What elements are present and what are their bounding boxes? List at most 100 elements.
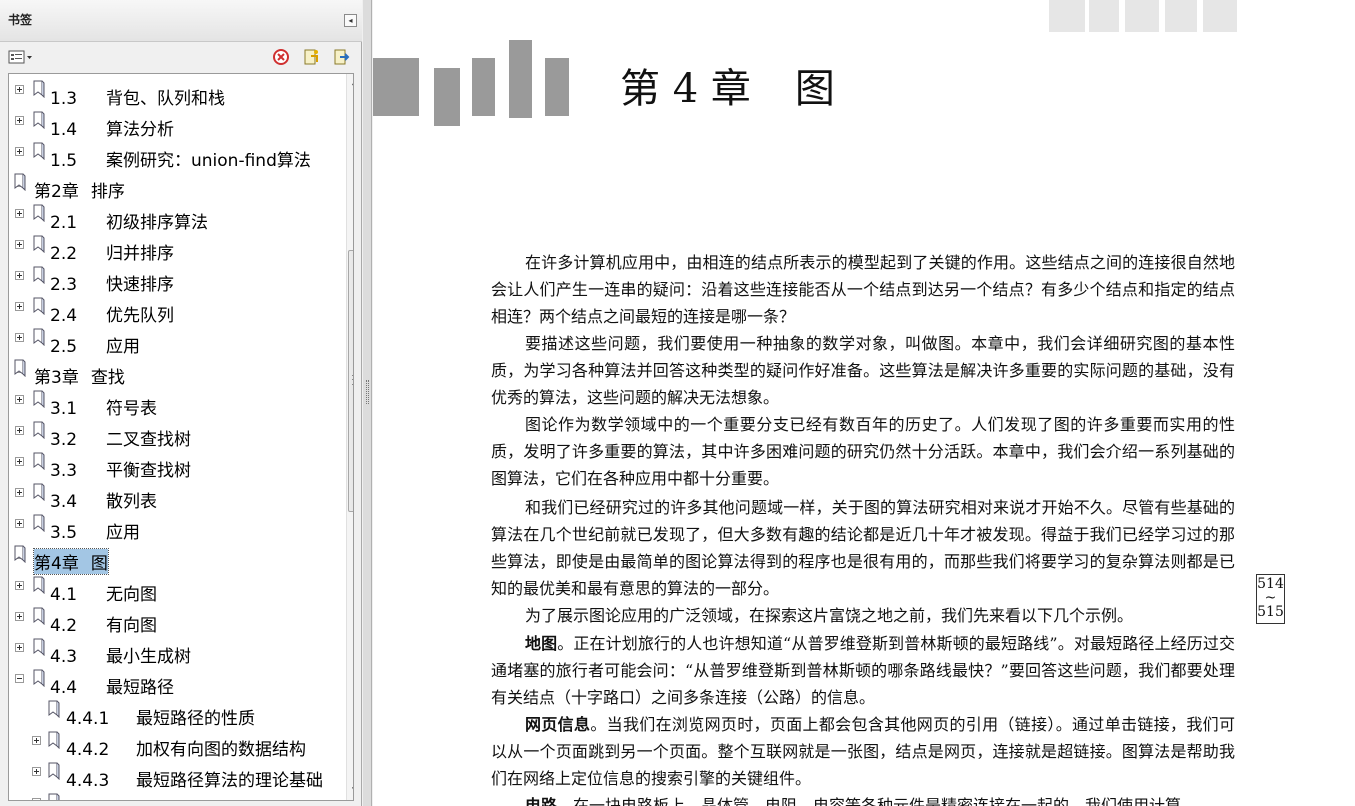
bookmark-text: 散列表 [106, 492, 157, 512]
bookmark-item[interactable]: 2.2 归并排序 [9, 235, 337, 264]
bookmark-item[interactable]: 4.4.3 最短路径算法的理论基础 [9, 762, 337, 791]
bookmark-text: 平衡查找树 [106, 461, 191, 481]
bookmark-icon [33, 638, 45, 656]
decorative-bar [434, 68, 460, 126]
bookmark-label: 2.5 应用 [50, 332, 140, 357]
bookmark-icon [33, 607, 45, 625]
bookmark-item[interactable]: 3.5 应用 [9, 514, 337, 543]
expand-plus-icon[interactable] [15, 147, 24, 156]
bookmark-item[interactable]: 1.5 案例研究：union-find算法 [9, 142, 337, 171]
expand-plus-icon[interactable] [32, 767, 41, 776]
bookmark-item[interactable]: 2.3 快速排序 [9, 266, 337, 295]
options-icon[interactable] [8, 48, 34, 66]
bookmark-item[interactable]: 第4章图 [9, 545, 337, 575]
expand-plus-icon[interactable] [15, 333, 24, 342]
paragraph: 在许多计算机应用中，由相连的结点所表示的模型起到了关键的作用。这些结点之间的连接… [491, 253, 1235, 326]
bookmark-item[interactable]: 3.4 散列表 [9, 483, 337, 512]
bookmark-item[interactable]: 4.4 最短路径 [9, 669, 337, 698]
bookmark-number: 1.5 [50, 151, 78, 171]
bookmark-item[interactable]: 4.2 有向图 [9, 607, 337, 636]
bookmark-icon [33, 328, 45, 346]
bookmark-icon [33, 111, 45, 129]
delete-bookmark-icon[interactable] [272, 48, 290, 66]
bookmark-number: 4.4.3 [66, 771, 110, 791]
collapse-minus-icon[interactable] [15, 674, 24, 683]
bookmark-icon [33, 421, 45, 439]
expand-plus-icon[interactable] [15, 457, 24, 466]
expand-plus-icon[interactable] [32, 736, 41, 745]
bookmark-number: 1.4 [50, 120, 78, 140]
bookmark-item[interactable]: 2.5 应用 [9, 328, 337, 357]
bookmark-icon [33, 483, 45, 501]
decorative-bar [1089, 0, 1119, 32]
tree-scrollbar[interactable]: ▲ ▼ [346, 74, 353, 800]
expand-plus-icon[interactable] [15, 271, 24, 280]
bookmark-label: 3.3 平衡查找树 [50, 456, 191, 481]
bookmark-item[interactable]: 4.4.1 最短路径的性质 [9, 700, 337, 729]
decorative-bar [472, 58, 495, 116]
expand-plus-icon[interactable] [15, 519, 24, 528]
bookmark-item[interactable]: 1.4 算法分析 [9, 111, 337, 140]
paragraph: 图论作为数学领域中的一个重要分支已经有数百年的历史了。人们发现了图的许多重要而实… [491, 415, 1235, 488]
paragraph: 为了展示图论应用的广泛领域，在探索这片富饶之地之前，我们先来看以下几个示例。 [525, 606, 1134, 625]
bookmark-item[interactable]: 2.4 优先队列 [9, 297, 337, 326]
bookmark-text: 查找 [90, 368, 125, 388]
scroll-down-arrow-icon[interactable]: ▼ [347, 783, 353, 800]
bookmark-item[interactable]: 4.3 最小生成树 [9, 638, 337, 667]
bookmark-item[interactable]: 4.1 无向图 [9, 576, 337, 605]
scroll-up-arrow-icon[interactable]: ▲ [347, 74, 353, 91]
panel-title: 书签 [8, 13, 33, 27]
expand-plus-icon[interactable] [15, 395, 24, 404]
bookmark-icon [14, 173, 26, 191]
bookmark-item[interactable]: 2.1 初级排序算法 [9, 204, 337, 233]
bookmark-number: 4.4.2 [66, 740, 110, 760]
expand-plus-icon[interactable] [32, 798, 41, 800]
bookmark-label: 3.1 符号表 [50, 394, 157, 419]
bookmark-icon [33, 514, 45, 532]
panel-splitter[interactable] [363, 0, 372, 806]
expand-plus-icon[interactable] [15, 612, 24, 621]
bookmark-item[interactable]: 第2章 排序 [9, 173, 337, 202]
bookmark-icon [33, 576, 45, 594]
bookmark-item[interactable]: 3.3 平衡查找树 [9, 452, 337, 481]
bookmark-item[interactable]: 3.1 符号表 [9, 390, 337, 419]
bookmark-text: 最短路径算法的理论基础 [136, 771, 323, 791]
bookmark-label: 2.4 优先队列 [50, 301, 174, 326]
bookmark-number: 第2章 [34, 182, 79, 202]
bookmark-label: 第4章图 [33, 548, 109, 575]
bookmark-text: 优先队列 [106, 306, 174, 326]
expand-plus-icon[interactable] [15, 581, 24, 590]
expand-plus-icon[interactable] [15, 302, 24, 311]
bookmark-number: 2.1 [50, 213, 78, 233]
expand-plus-icon[interactable] [15, 643, 24, 652]
expand-plus-icon[interactable] [15, 426, 24, 435]
bookmark-text: 无向图 [106, 585, 157, 605]
expand-plus-icon[interactable] [15, 116, 24, 125]
expand-plus-icon[interactable] [15, 85, 24, 94]
bookmark-text: 加权有向图的数据结构 [136, 740, 306, 760]
scroll-thumb[interactable] [348, 250, 353, 512]
expand-plus-icon[interactable] [15, 240, 24, 249]
bookmark-item[interactable]: 第3章 查找 [9, 359, 337, 388]
bookmark-icon [48, 762, 60, 780]
bookmark-item[interactable]: 4.4.4Dijkstra算法 [9, 793, 337, 800]
bookmark-number: 4.4.1 [66, 709, 110, 729]
term-map: 地图 [525, 634, 558, 653]
bookmark-item[interactable]: 1.3 背包、队列和栈 [9, 80, 337, 109]
bookmark-label: 1.4 算法分析 [50, 115, 174, 140]
bookmark-number: 2.4 [50, 306, 78, 326]
expand-bookmark-icon[interactable] [332, 48, 350, 66]
expand-plus-icon[interactable] [15, 209, 24, 218]
bookmark-label: 4.2 有向图 [50, 611, 157, 636]
collapse-panel-button[interactable]: ◂ [344, 14, 357, 27]
new-bookmark-icon[interactable] [302, 48, 320, 66]
bookmarks-toolbar [0, 43, 362, 71]
decorative-bar [509, 40, 532, 118]
bookmark-number: 1.3 [50, 89, 78, 109]
expand-plus-icon[interactable] [15, 488, 24, 497]
bookmark-text: 案例研究：union-find算法 [106, 151, 311, 171]
bookmark-item[interactable]: 3.2 二叉查找树 [9, 421, 337, 450]
bookmark-item[interactable]: 4.4.2 加权有向图的数据结构 [9, 731, 337, 760]
bookmarks-panel: 书签 ◂ 1.3 背包、队列和栈 1.4 算法分析 1.5 案例研究：union-find… [0, 0, 362, 806]
bookmark-icon [33, 669, 45, 687]
